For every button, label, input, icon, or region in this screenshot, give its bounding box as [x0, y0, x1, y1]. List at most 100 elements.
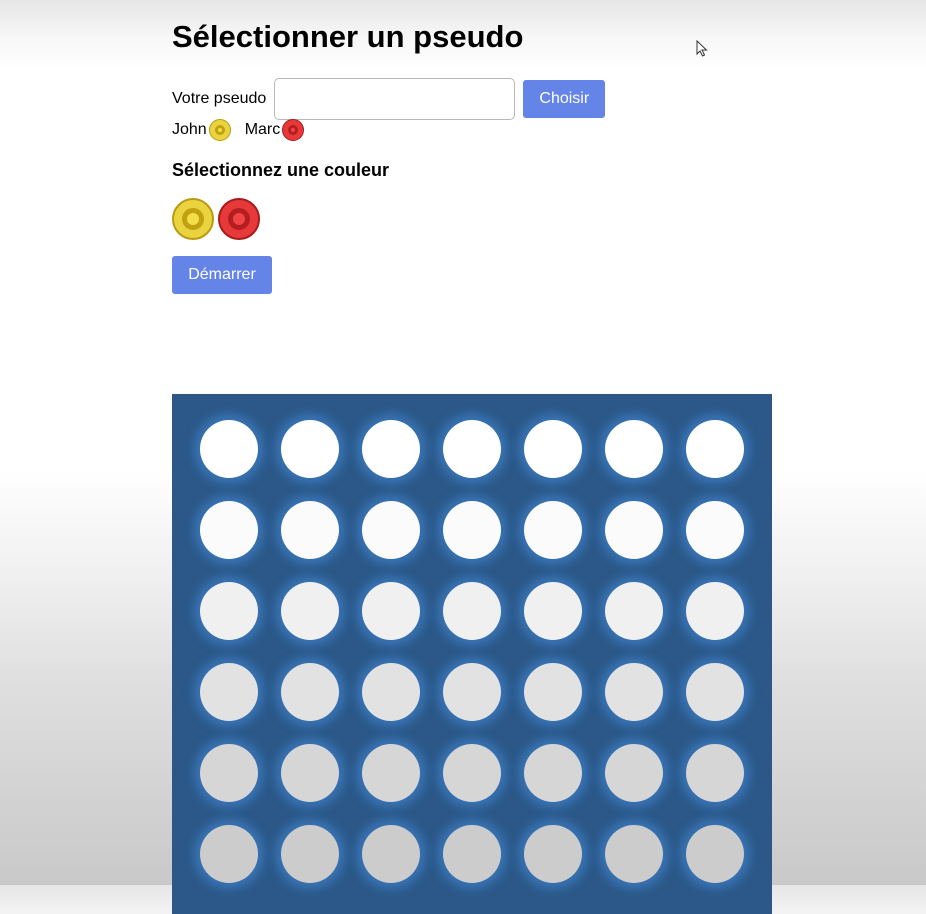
board-cell[interactable] [189, 489, 270, 570]
empty-slot[interactable] [442, 824, 501, 883]
empty-slot[interactable] [523, 824, 582, 883]
pseudo-input[interactable] [274, 78, 516, 120]
start-button[interactable]: Démarrer [172, 256, 272, 294]
board-cell[interactable] [674, 570, 755, 651]
empty-slot[interactable] [604, 419, 663, 478]
empty-slot[interactable] [685, 662, 744, 721]
empty-slot[interactable] [200, 743, 259, 802]
empty-slot[interactable] [523, 662, 582, 721]
color-picker [172, 198, 264, 240]
empty-slot[interactable] [200, 824, 259, 883]
board-cell[interactable] [432, 489, 513, 570]
red-token-icon [282, 119, 305, 141]
empty-slot[interactable] [281, 662, 340, 721]
player-list: John Marc [172, 118, 318, 142]
empty-slot[interactable] [281, 824, 340, 883]
empty-slot[interactable] [523, 500, 582, 559]
board-cell[interactable] [432, 813, 513, 894]
board-cell[interactable] [351, 732, 432, 813]
empty-slot[interactable] [442, 662, 501, 721]
board-cell[interactable] [432, 570, 513, 651]
empty-slot[interactable] [281, 581, 340, 640]
empty-slot[interactable] [523, 581, 582, 640]
empty-slot[interactable] [200, 500, 259, 559]
board-cell[interactable] [593, 732, 674, 813]
board-cell[interactable] [593, 489, 674, 570]
empty-slot[interactable] [442, 500, 501, 559]
empty-slot[interactable] [442, 743, 501, 802]
board-cell[interactable] [512, 570, 593, 651]
empty-slot[interactable] [281, 419, 340, 478]
board-cell[interactable] [432, 651, 513, 732]
empty-slot[interactable] [442, 419, 501, 478]
empty-slot[interactable] [685, 824, 744, 883]
empty-slot[interactable] [604, 662, 663, 721]
red-color-option[interactable] [218, 198, 260, 240]
choose-button[interactable]: Choisir [523, 80, 606, 118]
empty-slot[interactable] [200, 419, 259, 478]
empty-slot[interactable] [281, 500, 340, 559]
empty-slot[interactable] [362, 662, 421, 721]
empty-slot[interactable] [604, 581, 663, 640]
mouse-cursor-icon [696, 40, 708, 57]
player-item-marc: Marc [245, 119, 305, 141]
empty-slot[interactable] [200, 581, 259, 640]
game-board [172, 394, 772, 914]
board-cell[interactable] [674, 489, 755, 570]
board-cell[interactable] [674, 813, 755, 894]
board-cell[interactable] [593, 651, 674, 732]
board-cell[interactable] [432, 408, 513, 489]
board-cell[interactable] [270, 651, 351, 732]
empty-slot[interactable] [362, 824, 421, 883]
board-cell[interactable] [189, 408, 270, 489]
board-cell[interactable] [351, 813, 432, 894]
board-cell[interactable] [512, 651, 593, 732]
board-cell[interactable] [512, 813, 593, 894]
board-cell[interactable] [432, 732, 513, 813]
board-cell[interactable] [593, 813, 674, 894]
board-cell[interactable] [674, 408, 755, 489]
empty-slot[interactable] [362, 419, 421, 478]
board-cell[interactable] [512, 408, 593, 489]
color-section-title: Sélectionnez une couleur [172, 160, 390, 180]
player-name: John [172, 121, 207, 138]
yellow-token-icon [208, 119, 231, 141]
board-cell[interactable] [593, 570, 674, 651]
board-cell[interactable] [270, 489, 351, 570]
board-cell[interactable] [674, 732, 755, 813]
board-cell[interactable] [189, 651, 270, 732]
empty-slot[interactable] [523, 419, 582, 478]
empty-slot[interactable] [362, 743, 421, 802]
board-cell[interactable] [351, 489, 432, 570]
empty-slot[interactable] [604, 743, 663, 802]
board-cell[interactable] [512, 732, 593, 813]
empty-slot[interactable] [362, 581, 421, 640]
empty-slot[interactable] [685, 419, 744, 478]
board-cell[interactable] [189, 732, 270, 813]
yellow-color-option[interactable] [172, 198, 214, 240]
empty-slot[interactable] [523, 743, 582, 802]
board-cell[interactable] [351, 570, 432, 651]
board-cell[interactable] [189, 813, 270, 894]
player-name: Marc [244, 121, 281, 138]
board-cell[interactable] [593, 408, 674, 489]
board-cell[interactable] [351, 651, 432, 732]
board-cell[interactable] [674, 651, 755, 732]
board-cell[interactable] [512, 489, 593, 570]
empty-slot[interactable] [685, 500, 744, 559]
empty-slot[interactable] [685, 581, 744, 640]
board-cell[interactable] [270, 408, 351, 489]
board-cell[interactable] [270, 570, 351, 651]
empty-slot[interactable] [604, 500, 663, 559]
board-cell[interactable] [351, 408, 432, 489]
board-cell[interactable] [189, 570, 270, 651]
empty-slot[interactable] [442, 581, 501, 640]
empty-slot[interactable] [604, 824, 663, 883]
empty-slot[interactable] [685, 743, 744, 802]
board-cell[interactable] [270, 732, 351, 813]
empty-slot[interactable] [281, 743, 340, 802]
board-cell[interactable] [270, 813, 351, 894]
empty-slot[interactable] [200, 662, 259, 721]
pseudo-form: Votre pseudo Choisir [172, 78, 606, 120]
empty-slot[interactable] [362, 500, 421, 559]
